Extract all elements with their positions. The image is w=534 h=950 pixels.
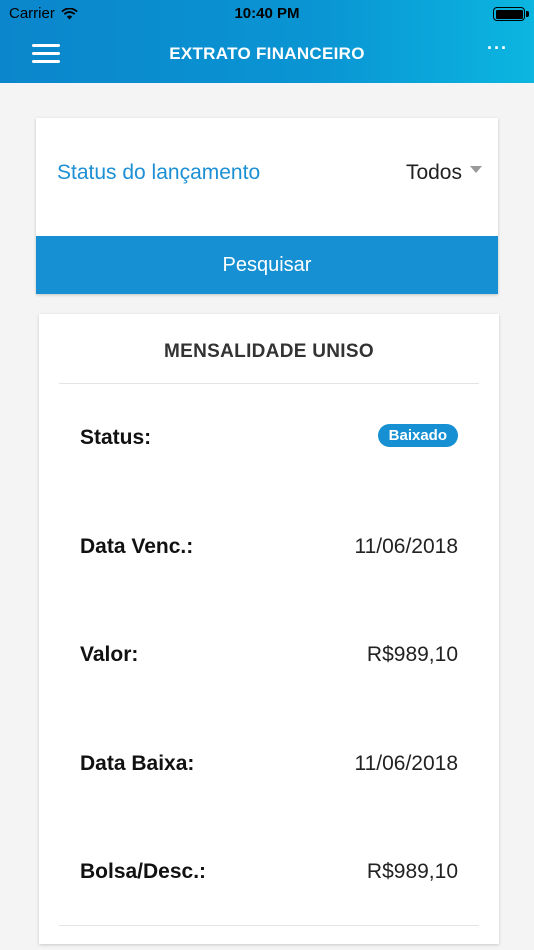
row-label: Status: — [80, 426, 152, 449]
dropdown-caret-icon — [470, 165, 482, 173]
status-filter-label: Status do lançamento — [57, 161, 261, 184]
row-label: Valor: — [80, 643, 139, 666]
page-title: EXTRATO FINANCEIRO — [169, 44, 365, 63]
filter-card: Status do lançamento Todos Pesquisar — [36, 118, 498, 294]
row-label: Data Baixa: — [80, 752, 195, 775]
row-label: Bolsa/Desc.: — [80, 860, 207, 883]
more-options-icon[interactable]: ··· — [487, 38, 508, 59]
search-button[interactable]: Pesquisar — [36, 236, 498, 294]
statement-card: MENSALIDADE UNISO Status: Baixado Data V… — [39, 314, 499, 944]
row-label: Data Venc.: — [80, 535, 194, 558]
divider — [59, 383, 479, 384]
status-bar: Carrier 10:40 PM — [0, 0, 534, 28]
statement-card-title: MENSALIDADE UNISO — [164, 341, 374, 362]
divider — [59, 925, 479, 926]
row-value: R$989,10 — [366, 643, 458, 666]
status-filter-dropdown[interactable]: Todos — [406, 161, 482, 185]
row-value: R$989,10 — [366, 860, 458, 883]
clock: 10:40 PM — [234, 5, 300, 22]
battery-icon — [493, 7, 529, 21]
status-badge: Baixado — [377, 424, 458, 447]
row-due-date: Data Venc.: 11/06/2018 — [80, 535, 458, 565]
status-filter-value: Todos — [405, 161, 462, 184]
row-status: Status: Baixado — [80, 424, 458, 456]
row-value: 11/06/2018 — [354, 752, 458, 775]
row-amount: Valor: R$989,10 — [80, 643, 458, 673]
row-payment-date: Data Baixa: 11/06/2018 — [80, 752, 458, 782]
row-discount: Bolsa/Desc.: R$989,10 — [80, 860, 458, 890]
row-value: 11/06/2018 — [354, 535, 458, 558]
app-header: Carrier 10:40 PM EXTRATO FINANCEIRO ··· — [0, 0, 534, 83]
